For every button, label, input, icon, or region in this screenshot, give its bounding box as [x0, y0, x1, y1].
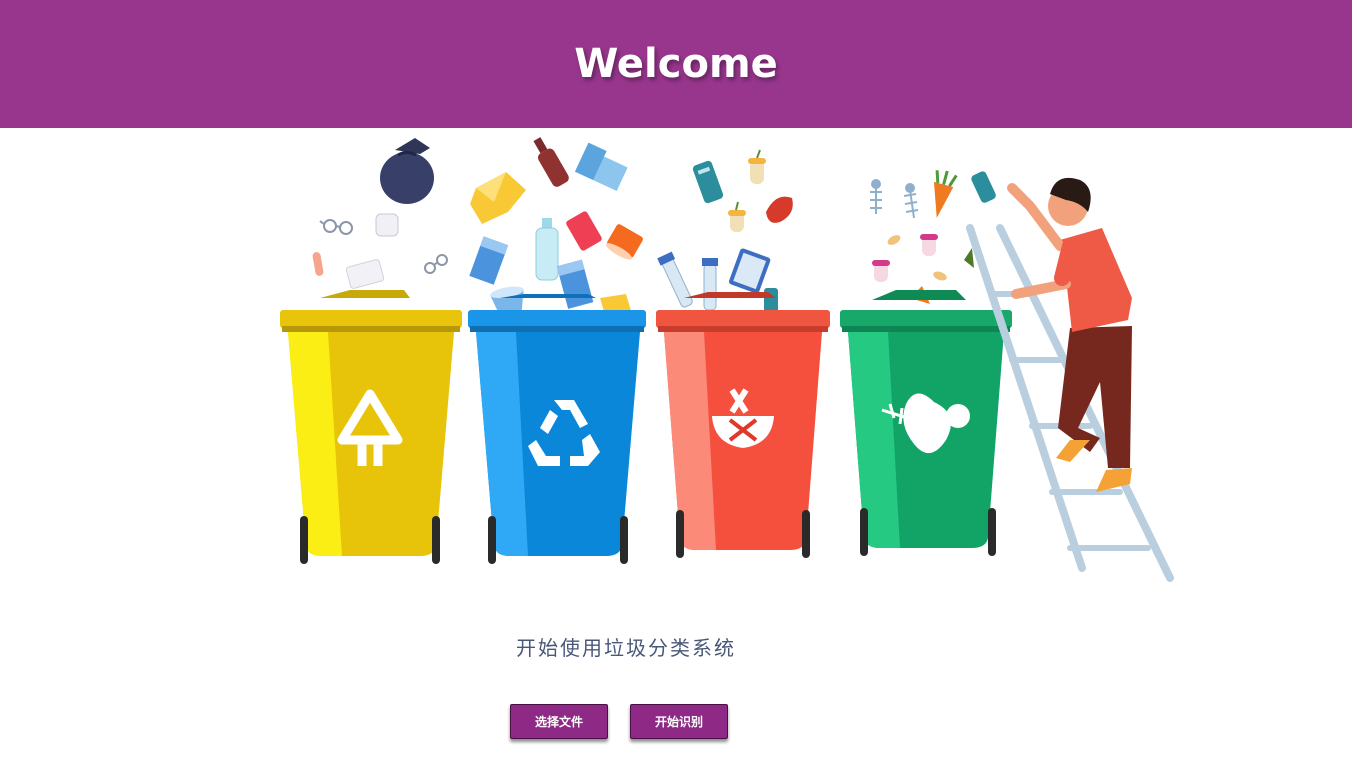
select-file-button[interactable]: 选择文件: [510, 704, 608, 739]
page-title: Welcome: [574, 41, 778, 87]
peanut-icon: [887, 235, 901, 245]
hazardous-waste-bin: [280, 290, 462, 564]
other-waste-bin: [656, 292, 830, 558]
carrot-icon: [933, 170, 958, 218]
leaf-icon: [964, 248, 974, 268]
remote-control-icon: [971, 171, 996, 203]
remote-control-icon: [692, 160, 724, 204]
paper-icon: [345, 259, 385, 289]
bandage-icon: [312, 252, 324, 276]
system-intro-text: 开始使用垃圾分类系统: [516, 636, 736, 660]
apple-core-icon: [748, 149, 766, 184]
juice-box-icon: [556, 259, 594, 309]
apple-core-icon: [728, 201, 746, 232]
peanut-icon: [933, 271, 947, 281]
food-waste-bin: [840, 290, 1012, 556]
recyclable-waste-bin: [468, 294, 646, 564]
bottle-icon: [533, 137, 569, 187]
meat-icon: [766, 196, 793, 223]
juice-box-icon: [469, 236, 509, 285]
apple-core-icon: [872, 260, 890, 282]
plastic-bottle-icon: [535, 218, 559, 281]
floating-trash: [312, 137, 996, 318]
waste-sorting-illustration: [280, 137, 1174, 582]
start-recognition-button[interactable]: 开始识别: [630, 704, 728, 739]
syringe-icon: [657, 251, 693, 308]
apple-core-icon: [920, 234, 938, 256]
glasses-icon: [319, 219, 353, 235]
person-character: [1007, 177, 1132, 492]
garbage-bag-icon: [380, 138, 434, 204]
tablet-icon: [728, 248, 771, 294]
glasses-icon: [424, 254, 448, 274]
cup-icon: [605, 224, 643, 260]
toilet-paper-icon: [375, 213, 399, 237]
syringe-icon: [702, 258, 718, 311]
soda-can-icon: [566, 211, 602, 251]
fish-bone-icon: [903, 183, 919, 219]
header-banner: Welcome: [0, 0, 1352, 128]
fish-bone-icon: [870, 179, 882, 214]
milk-carton-icon: [574, 142, 628, 192]
